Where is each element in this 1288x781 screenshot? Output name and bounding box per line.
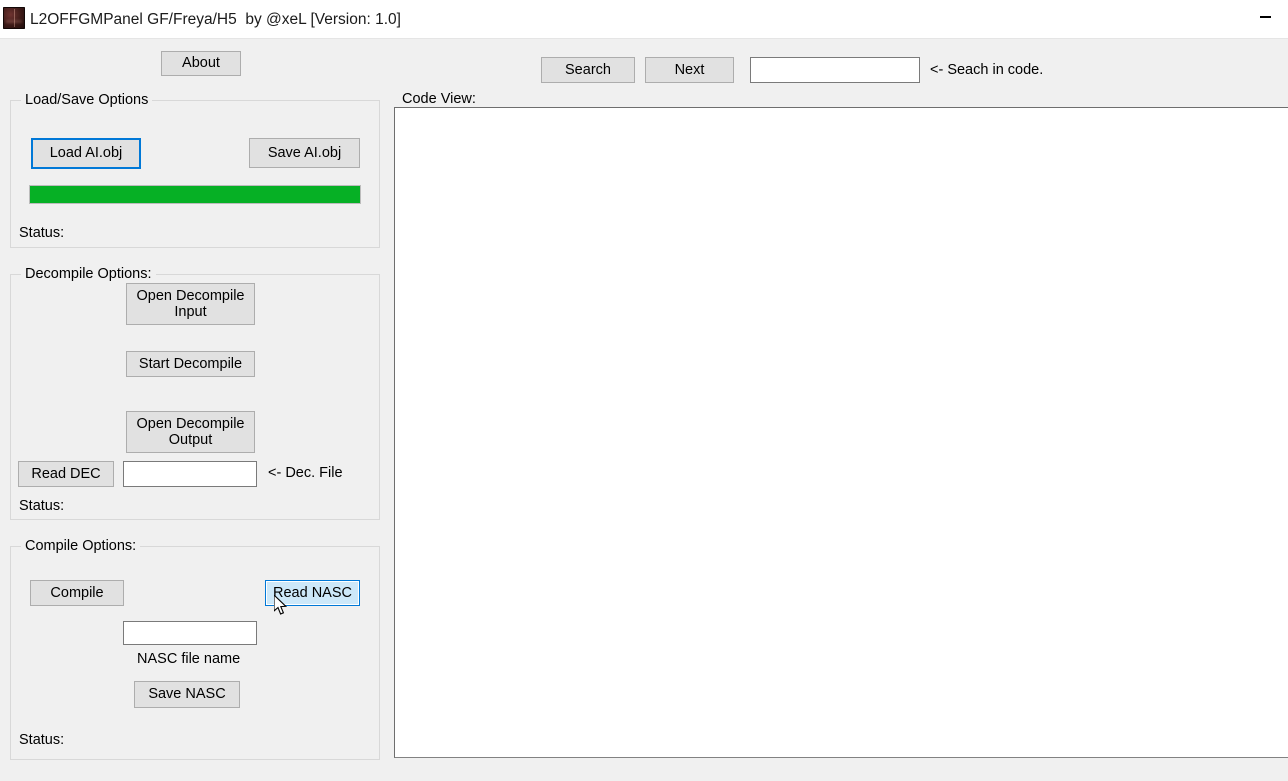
app-icon	[3, 7, 25, 29]
search-hint-label: <- Seach in code.	[930, 62, 1044, 78]
compile-button[interactable]: Compile	[30, 580, 124, 606]
load-ai-obj-button[interactable]: Load AI.obj	[31, 138, 141, 169]
code-view-title: Code View:	[398, 91, 480, 107]
search-input[interactable]	[750, 57, 920, 83]
load-save-options-group: Load/Save Options	[10, 92, 380, 248]
decompile-options-title: Decompile Options:	[21, 266, 156, 282]
load-save-progress-bar	[29, 185, 361, 204]
start-decompile-button[interactable]: Start Decompile	[126, 351, 255, 377]
save-ai-obj-button[interactable]: Save AI.obj	[249, 138, 360, 168]
window-title: L2OFFGMPanel GF/Freya/H5 by @xeL [Versio…	[30, 11, 401, 28]
title-bar: L2OFFGMPanel GF/Freya/H5 by @xeL [Versio…	[0, 0, 1288, 39]
compile-options-title: Compile Options:	[21, 538, 141, 554]
minimize-button[interactable]	[1242, 0, 1288, 32]
save-nasc-button[interactable]: Save NASC	[134, 681, 240, 708]
load-save-options-title: Load/Save Options	[21, 92, 153, 108]
next-button[interactable]: Next	[645, 57, 734, 83]
open-decompile-output-button[interactable]: Open Decompile Output	[126, 411, 255, 453]
compile-status-label: Status:	[19, 732, 65, 748]
read-nasc-button[interactable]: Read NASC	[265, 580, 360, 606]
decompile-status-label: Status:	[19, 498, 65, 514]
nasc-file-input[interactable]	[123, 621, 257, 645]
about-button[interactable]: About	[161, 51, 241, 76]
open-decompile-input-button[interactable]: Open Decompile Input	[126, 283, 255, 325]
dec-file-input[interactable]	[123, 461, 257, 487]
search-button[interactable]: Search	[541, 57, 635, 83]
minimize-icon	[1260, 16, 1271, 18]
code-view-textarea[interactable]	[394, 107, 1288, 758]
nasc-file-name-caption: NASC file name	[137, 651, 241, 667]
dec-file-hint-label: <- Dec. File	[268, 465, 343, 481]
progress-bar-fill	[30, 186, 360, 203]
load-save-status-label: Status:	[19, 225, 65, 241]
read-dec-button[interactable]: Read DEC	[18, 461, 114, 487]
